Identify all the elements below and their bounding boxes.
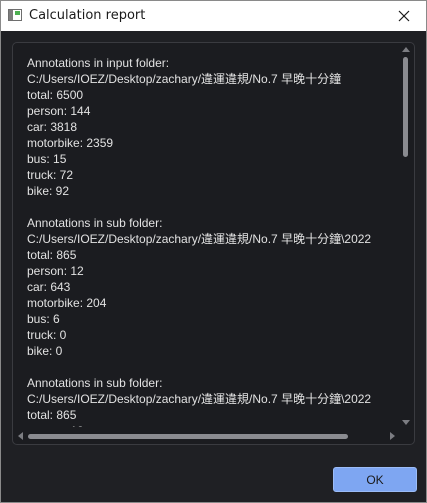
close-button[interactable] bbox=[382, 1, 426, 31]
report-line: motorbike: 204 bbox=[27, 296, 107, 310]
report-line: bus: 15 bbox=[27, 152, 67, 166]
scroll-up-arrow-icon[interactable] bbox=[402, 47, 410, 52]
horizontal-scrollbar[interactable] bbox=[15, 430, 398, 442]
report-line: truck: 72 bbox=[27, 168, 74, 182]
report-line bbox=[27, 199, 401, 215]
horizontal-scroll-thumb[interactable] bbox=[28, 434, 348, 439]
vertical-scroll-thumb[interactable] bbox=[403, 57, 408, 157]
report-line: total: 865 bbox=[27, 408, 77, 422]
report-line: C:/Users/IOEZ/Desktop/zachary/違運違規/No.7 … bbox=[27, 392, 372, 406]
report-line: car: 3818 bbox=[27, 120, 78, 134]
report-line: person: 144 bbox=[27, 104, 91, 118]
report-line: Annotations in input folder: bbox=[27, 56, 170, 70]
report-line bbox=[27, 359, 401, 375]
scroll-down-arrow-icon[interactable] bbox=[402, 420, 410, 425]
vertical-scrollbar[interactable] bbox=[400, 45, 412, 427]
report-line: total: 6500 bbox=[27, 88, 84, 102]
report-line: person: 12 bbox=[27, 423, 401, 427]
report-content: Annotations in input folder: C:/Users/IOE… bbox=[27, 55, 401, 427]
report-line: total: 865 bbox=[27, 248, 77, 262]
app-window-icon bbox=[8, 9, 22, 21]
report-line: motorbike: 2359 bbox=[27, 136, 114, 150]
report-line: Annotations in sub folder: bbox=[27, 216, 163, 230]
scroll-right-arrow-icon[interactable] bbox=[390, 432, 395, 440]
report-line: C:/Users/IOEZ/Desktop/zachary/違運違規/No.7 … bbox=[27, 72, 342, 86]
report-line: truck: 0 bbox=[27, 328, 67, 342]
report-line: C:/Users/IOEZ/Desktop/zachary/違運違規/No.7 … bbox=[27, 232, 372, 246]
report-line: bus: 6 bbox=[27, 312, 60, 326]
close-icon bbox=[398, 10, 410, 22]
report-line: bike: 0 bbox=[27, 344, 63, 358]
title-bar[interactable]: Calculation report bbox=[1, 1, 426, 31]
dialog-body: Annotations in input folder: C:/Users/IOE… bbox=[1, 31, 426, 502]
report-text-area[interactable]: Annotations in input folder: C:/Users/IOE… bbox=[12, 42, 415, 445]
report-line: Annotations in sub folder: bbox=[27, 376, 163, 390]
calculation-report-dialog: Calculation report Annotations in input … bbox=[0, 0, 427, 503]
report-line: bike: 92 bbox=[27, 184, 70, 198]
window-title: Calculation report bbox=[29, 8, 146, 23]
ok-button[interactable]: OK bbox=[333, 467, 417, 492]
scroll-left-arrow-icon[interactable] bbox=[18, 432, 23, 440]
report-line: person: 12 bbox=[27, 264, 84, 278]
report-line: car: 643 bbox=[27, 280, 71, 294]
scroll-corner bbox=[400, 430, 412, 442]
